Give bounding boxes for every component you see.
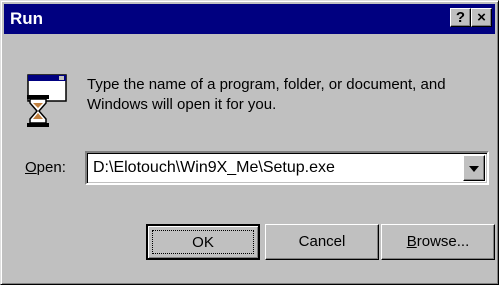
open-label: Open: — [25, 159, 66, 176]
run-description: Type the name of a program, folder, or d… — [87, 76, 446, 113]
title-bar[interactable]: Run ? × — [4, 4, 495, 34]
window-title: Run — [10, 9, 44, 28]
ok-button[interactable]: OK — [146, 224, 260, 260]
open-label-mnemonic: O — [25, 159, 37, 176]
browse-mnemonic: B — [406, 233, 417, 250]
run-hourglass-window-icon — [27, 74, 67, 127]
dropdown-button[interactable] — [463, 155, 485, 181]
help-button[interactable]: ? — [450, 8, 471, 27]
cancel-button[interactable]: Cancel — [265, 224, 379, 260]
open-label-rest: pen: — [36, 159, 66, 176]
chevron-down-icon — [469, 166, 479, 172]
open-input[interactable]: D:\Elotouch\Win9X_Me\Setup.exe — [93, 159, 335, 177]
browse-label-rest: rowse... — [416, 233, 470, 250]
browse-button[interactable]: Browse... — [381, 224, 495, 260]
open-combobox[interactable]: D:\Elotouch\Win9X_Me\Setup.exe — [85, 151, 489, 185]
ok-button-label: OK — [192, 234, 214, 251]
run-dialog: Run ? × Type the name of a program, fold… — [0, 0, 499, 285]
close-button[interactable]: × — [471, 8, 492, 27]
